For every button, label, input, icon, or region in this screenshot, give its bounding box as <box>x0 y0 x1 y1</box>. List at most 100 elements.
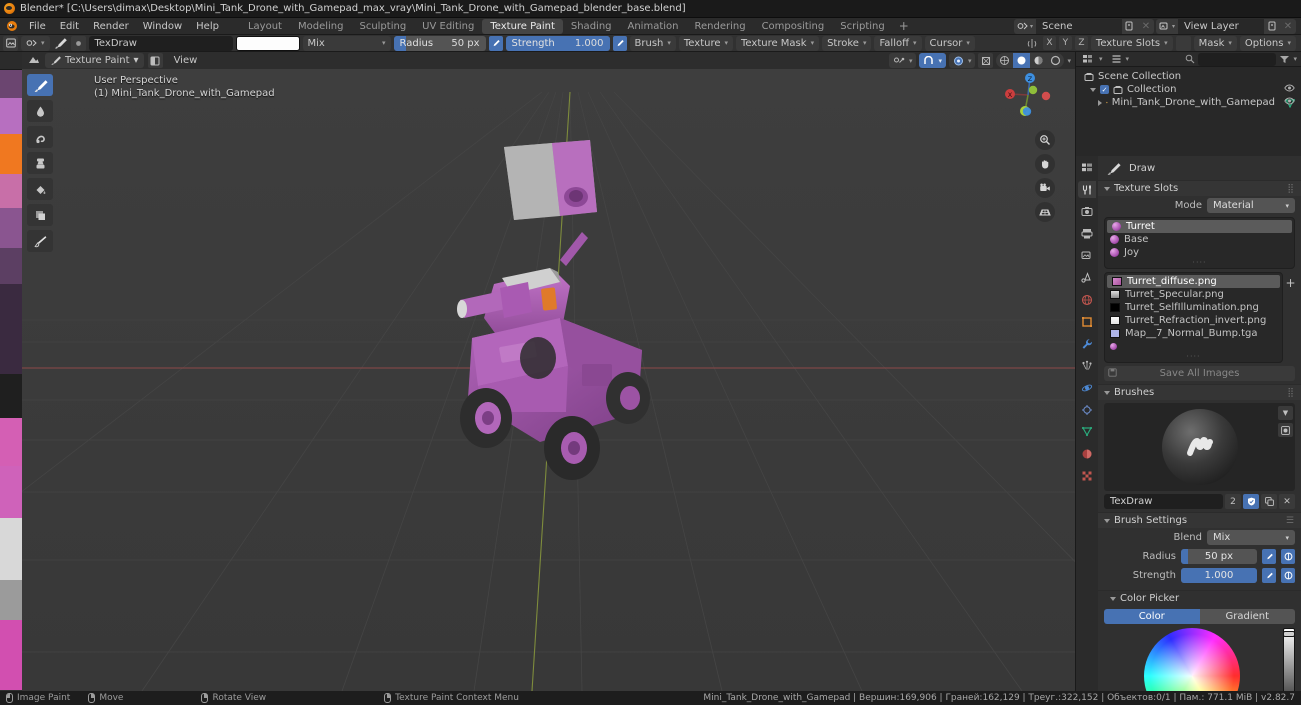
menu-texture[interactable]: Texture ▾ <box>678 35 734 51</box>
proportional-edit-dropdown[interactable]: ▾ <box>948 53 976 68</box>
render-properties-tab[interactable] <box>1078 203 1096 220</box>
material-slot-list[interactable]: Turret Base Joy ···· <box>1104 217 1295 269</box>
blend-mode-dropdown[interactable]: Mix ▾ <box>302 35 391 51</box>
shading-icon[interactable] <box>147 53 163 68</box>
strength-slider[interactable]: Strength 1.000 <box>505 35 610 51</box>
modifier-properties-tab[interactable] <box>1078 335 1096 352</box>
menu-stroke[interactable]: Stroke ▾ <box>822 35 872 51</box>
brush-users-count[interactable]: 2 <box>1225 494 1241 509</box>
brush-preview-toggle-button[interactable] <box>1278 423 1293 437</box>
chevron-down-icon[interactable]: ▾ <box>1099 55 1103 63</box>
workspace-tab-modeling[interactable]: Modeling <box>290 19 352 34</box>
physics-properties-tab[interactable] <box>1078 379 1096 396</box>
outliner-display-mode[interactable]: ▾ <box>1107 52 1134 67</box>
image-slot-item[interactable]: Turret_diffuse.png <box>1107 275 1280 288</box>
wireframe-shading-icon[interactable] <box>978 53 994 68</box>
blender-menu-icon[interactable] <box>2 18 22 35</box>
workspace-tab-layout[interactable]: Layout <box>240 19 290 34</box>
strength-pressure-icon[interactable] <box>612 35 627 51</box>
radius-unified-button[interactable] <box>1281 549 1295 564</box>
texture-slots-mode-dropdown[interactable]: Material ▾ <box>1207 198 1295 213</box>
texture-properties-tab[interactable] <box>1078 467 1096 484</box>
clone-tool-button[interactable] <box>27 152 53 174</box>
brush-data-browse[interactable]: ▾ <box>21 35 50 51</box>
strength-unified-button[interactable] <box>1281 568 1295 583</box>
image-slot-item[interactable]: Map__7_Normal_Bump.tga <box>1105 327 1282 340</box>
image-slot-item[interactable]: Turret_Specular.png <box>1105 288 1282 301</box>
ortho-nav-button[interactable] <box>1035 202 1055 222</box>
menu-texture-mask[interactable]: Texture Mask ▾ <box>736 35 820 51</box>
menu-options[interactable]: Options ▾ <box>1239 35 1296 51</box>
properties-editor-type-icon[interactable] <box>1078 159 1096 176</box>
panel-header-color-picker[interactable]: Color Picker <box>1098 590 1301 606</box>
brush-icon[interactable] <box>53 36 68 51</box>
brush-browse-button[interactable]: ▼ <box>1278 406 1293 420</box>
menu-cursor[interactable]: Cursor ▾ <box>924 35 975 51</box>
brush-name-input[interactable]: TexDraw <box>1104 494 1223 509</box>
menu-falloff[interactable]: Falloff ▾ <box>874 35 922 51</box>
workspace-tab-shading[interactable]: Shading <box>563 19 620 34</box>
visibility-eye-icon[interactable] <box>1284 97 1295 105</box>
menu-brush[interactable]: Brush ▾ <box>629 35 676 51</box>
snap-dropdown[interactable]: ▾ <box>919 53 946 68</box>
mask-swatch-icon[interactable] <box>1175 35 1191 51</box>
new-view-layer-icon[interactable] <box>1264 18 1280 34</box>
brush-name-field[interactable]: TexDraw <box>88 35 233 51</box>
outliner-search-input[interactable] <box>1198 52 1277 66</box>
expand-triangle-icon[interactable] <box>1090 87 1096 92</box>
menu-edit[interactable]: Edit <box>53 19 86 34</box>
view-layer-selector[interactable]: ▾ View Layer ✕ <box>1155 18 1296 34</box>
3d-viewport[interactable]: Texture Paint ▾ View ▾ ▾ ▾ ▾ User Perspe… <box>22 52 1075 691</box>
color-wheel[interactable] <box>1143 628 1240 691</box>
material-slot-item[interactable]: Turret <box>1107 220 1292 233</box>
image-slot-item[interactable]: Turret_SelfIllumination.png <box>1105 301 1282 314</box>
value-slider-knob[interactable] <box>1283 631 1295 637</box>
new-scene-icon[interactable] <box>1121 18 1138 34</box>
soften-tool-button[interactable] <box>27 100 53 122</box>
scene-browse-icon[interactable]: ▾ <box>1013 18 1036 34</box>
panel-collapse-icon[interactable] <box>1110 596 1116 601</box>
scene-properties-tab[interactable] <box>1078 269 1096 286</box>
workspace-tab-uv-editing[interactable]: UV Editing <box>414 19 482 34</box>
visibility-dropdown[interactable]: ▾ <box>888 53 917 68</box>
camera-nav-button[interactable] <box>1035 178 1055 198</box>
outliner-row-scene-collection[interactable]: Scene Collection <box>1076 70 1301 83</box>
visibility-eye-icon[interactable] <box>1284 84 1295 92</box>
strength-pressure-button[interactable] <box>1262 568 1276 583</box>
view-layer-name[interactable]: View Layer <box>1178 18 1264 34</box>
save-all-images-button[interactable]: Save All Images <box>1104 366 1295 381</box>
symmetry-z-button[interactable]: Z <box>1074 36 1088 50</box>
scene-selector[interactable]: ▾ Scene ✕ <box>1013 18 1154 34</box>
menu-file[interactable]: File <box>22 19 53 34</box>
viewport-view-menu[interactable]: View <box>167 53 205 68</box>
add-image-slot-button[interactable]: + <box>1284 276 1297 290</box>
pan-nav-button[interactable] <box>1035 154 1055 174</box>
value-slider-bar[interactable] <box>1283 628 1295 691</box>
panel-header-brushes[interactable]: Brushes ⣿ <box>1098 384 1301 400</box>
symmetry-icon[interactable] <box>1025 36 1040 51</box>
editor-type-icon[interactable] <box>26 53 41 68</box>
radius-value-slider[interactable]: 50 px <box>1181 549 1257 564</box>
menu-help[interactable]: Help <box>189 19 226 34</box>
filter-icon[interactable] <box>1279 54 1290 64</box>
tab-gradient[interactable]: Gradient <box>1199 609 1295 624</box>
strength-value-slider[interactable]: 1.000 <box>1181 568 1257 583</box>
world-properties-tab[interactable] <box>1078 291 1096 308</box>
navigation-gizmo[interactable]: X Z Y <box>999 66 1057 124</box>
image-slot-item[interactable]: Turret_Refraction_invert.png <box>1105 314 1282 327</box>
zoom-nav-button[interactable] <box>1035 130 1055 150</box>
panel-header-texture-slots[interactable]: Texture Slots ⣿ <box>1098 180 1301 196</box>
output-properties-tab[interactable] <box>1078 225 1096 242</box>
outliner-row-object[interactable]: Mini_Tank_Drone_with_Gamepad <box>1076 96 1301 109</box>
panel-header-brush-settings[interactable]: Brush Settings ☰ <box>1098 512 1301 528</box>
annotate-tool-button[interactable] <box>27 230 53 252</box>
unlink-brush-button[interactable]: ✕ <box>1279 494 1295 509</box>
workspace-tab-sculpting[interactable]: Sculpting <box>351 19 414 34</box>
expand-triangle-icon[interactable] <box>1098 99 1102 106</box>
smear-tool-button[interactable] <box>27 126 53 148</box>
tool-properties-tab[interactable] <box>1078 181 1096 198</box>
material-properties-tab[interactable] <box>1078 445 1096 462</box>
duplicate-brush-button[interactable] <box>1261 494 1277 509</box>
list-resize-grip[interactable]: ···· <box>1105 259 1294 267</box>
workspace-tab-compositing[interactable]: Compositing <box>754 19 833 34</box>
